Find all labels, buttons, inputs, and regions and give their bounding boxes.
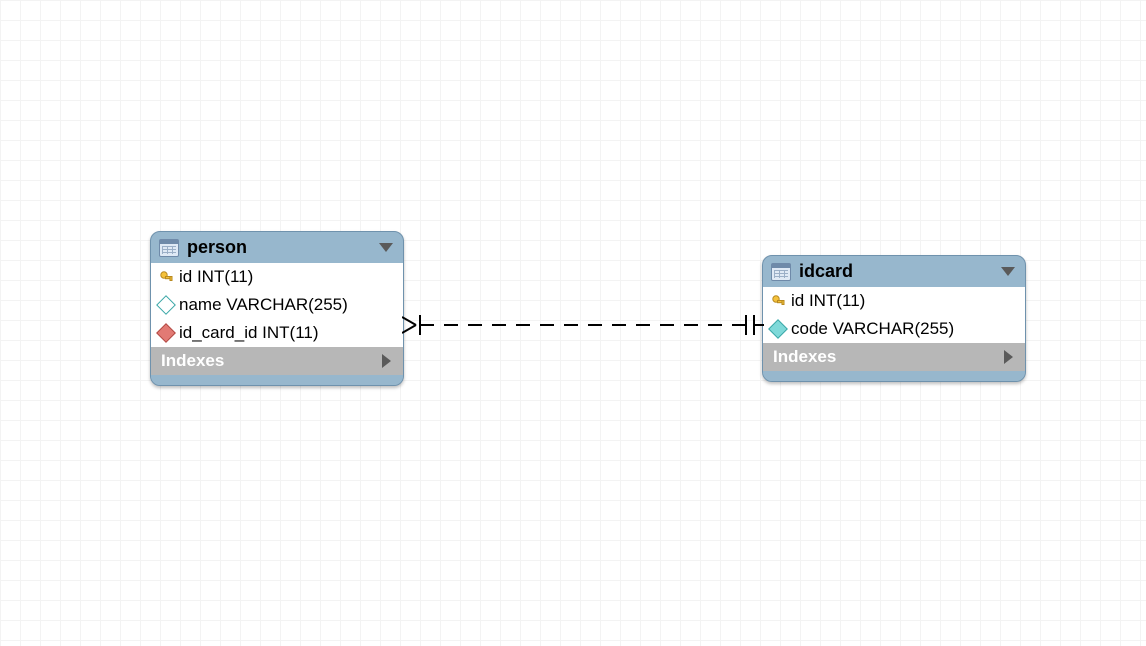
entity-footer: [151, 375, 403, 385]
column-row[interactable]: name VARCHAR(255): [151, 291, 403, 319]
chevron-right-icon[interactable]: [382, 354, 391, 368]
chevron-down-icon[interactable]: [1001, 267, 1015, 276]
table-icon: [159, 239, 179, 257]
entity-person-columns: id INT(11) name VARCHAR(255) id_card_id …: [151, 263, 403, 347]
column-text: id INT(11): [179, 267, 253, 287]
chevron-right-icon[interactable]: [1004, 350, 1013, 364]
column-text: id INT(11): [791, 291, 865, 311]
entity-idcard-header[interactable]: idcard: [763, 256, 1025, 287]
chevron-down-icon[interactable]: [379, 243, 393, 252]
entity-person-title: person: [187, 237, 371, 258]
foreign-key-icon: [156, 323, 176, 343]
entity-footer: [763, 371, 1025, 381]
nullable-column-icon: [156, 295, 176, 315]
column-row[interactable]: code VARCHAR(255): [763, 315, 1025, 343]
primary-key-icon: [159, 270, 173, 284]
entity-idcard[interactable]: idcard id INT(11) code VARCHAR(255) Inde…: [762, 255, 1026, 382]
relationship-person-idcard[interactable]: [402, 310, 764, 340]
column-row[interactable]: id INT(11): [763, 287, 1025, 315]
entity-person-header[interactable]: person: [151, 232, 403, 263]
notnull-column-icon: [768, 319, 788, 339]
column-text: code VARCHAR(255): [791, 319, 954, 339]
primary-key-icon: [771, 294, 785, 308]
column-text: id_card_id INT(11): [179, 323, 319, 343]
table-icon: [771, 263, 791, 281]
column-row[interactable]: id_card_id INT(11): [151, 319, 403, 347]
column-row[interactable]: id INT(11): [151, 263, 403, 291]
entity-person-indexes[interactable]: Indexes: [151, 347, 403, 375]
column-text: name VARCHAR(255): [179, 295, 348, 315]
entity-idcard-title: idcard: [799, 261, 993, 282]
erd-canvas[interactable]: person id INT(11) name VARCHAR(255) id_c…: [0, 0, 1146, 646]
entity-idcard-indexes[interactable]: Indexes: [763, 343, 1025, 371]
indexes-label: Indexes: [773, 347, 836, 367]
entity-idcard-columns: id INT(11) code VARCHAR(255): [763, 287, 1025, 343]
indexes-label: Indexes: [161, 351, 224, 371]
entity-person[interactable]: person id INT(11) name VARCHAR(255) id_c…: [150, 231, 404, 386]
